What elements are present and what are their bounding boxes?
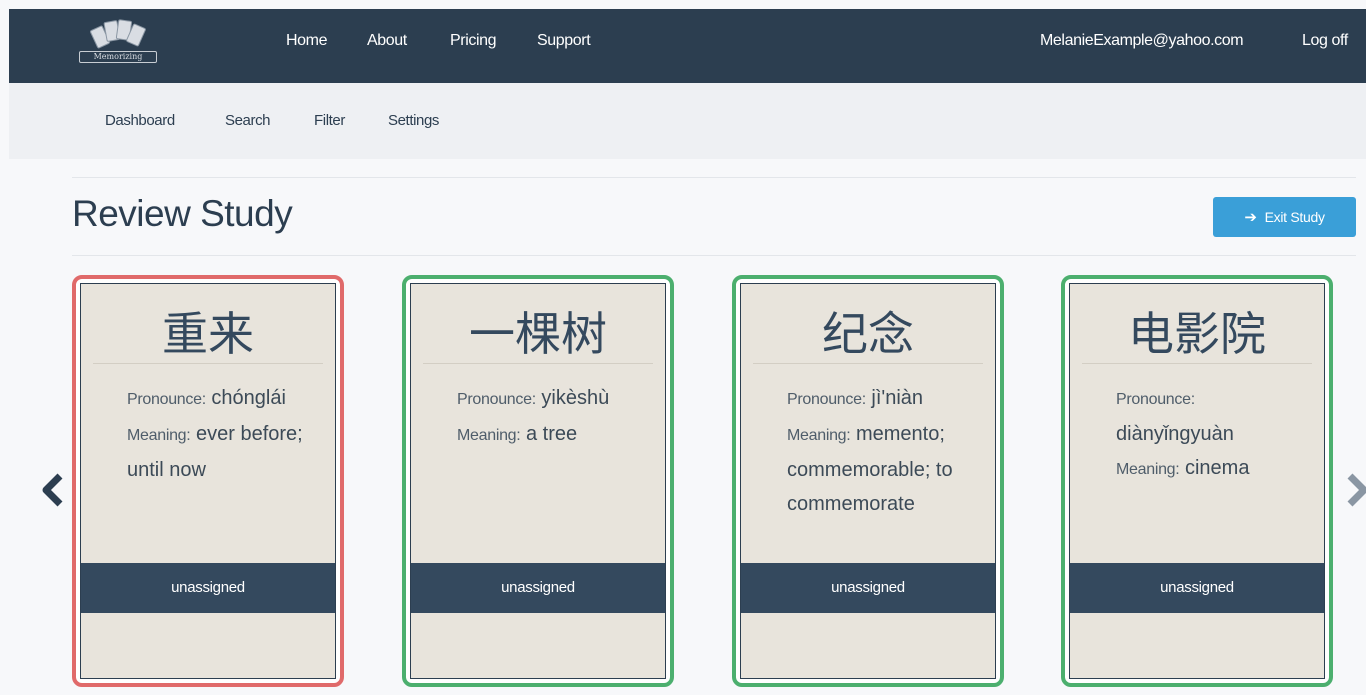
card-separator	[1082, 363, 1312, 364]
arrow-right-icon: ➔	[1244, 209, 1257, 226]
nav-pricing-link[interactable]: Pricing	[450, 32, 497, 50]
meaning-label: Meaning:	[127, 427, 191, 444]
card-pronounce: yikèshù	[541, 387, 610, 409]
subnav-search-link[interactable]: Search	[225, 112, 271, 129]
card-status-bar: unassigned	[1070, 563, 1324, 613]
exit-study-label: Exit Study	[1264, 209, 1325, 225]
card-meaning: cinema	[1184, 457, 1250, 479]
card-pronounce: diànyǐngyuàn	[1116, 423, 1234, 445]
meaning-label: Meaning:	[1116, 461, 1180, 478]
divider-bottom	[72, 255, 1356, 256]
card-status-bar: unassigned	[741, 563, 995, 613]
carousel-prev-button[interactable]	[38, 470, 68, 510]
sub-navbar: Dashboard Search Filter Settings	[9, 83, 1366, 159]
card-separator	[423, 363, 653, 364]
logo-wordmark: Memorizing	[79, 51, 157, 63]
card-separator	[93, 363, 323, 364]
flashcard[interactable]: 纪念 Pronounce: jì'niàn Meaning: memento; …	[732, 275, 1004, 687]
card-meaning: a tree	[525, 423, 578, 445]
pronounce-label: Pronounce:	[127, 391, 206, 408]
subnav-dashboard-link[interactable]: Dashboard	[105, 112, 175, 129]
carousel-next-button[interactable]	[1344, 470, 1366, 510]
chevron-right-icon	[1347, 473, 1366, 507]
divider-top	[72, 177, 1356, 178]
card-status-bar: unassigned	[81, 563, 335, 613]
card-hanzi: 电影院	[1128, 307, 1266, 361]
exit-study-button[interactable]: ➔ Exit Study	[1213, 197, 1356, 237]
nav-home-link[interactable]: Home	[286, 32, 327, 50]
card-separator	[753, 363, 983, 364]
card-pronounce: jì'niàn	[871, 387, 924, 409]
meaning-label: Meaning:	[787, 427, 851, 444]
chevron-left-icon	[42, 473, 63, 507]
nav-about-link[interactable]: About	[367, 32, 407, 50]
cards-logo-icon	[89, 19, 147, 50]
card-hanzi: 重来	[162, 307, 254, 361]
pronounce-label: Pronounce:	[787, 391, 866, 408]
pronounce-label: Pronounce:	[1116, 391, 1195, 408]
card-hanzi: 纪念	[822, 307, 914, 361]
card-hanzi: 一棵树	[469, 307, 607, 361]
top-navbar: Memorizing Home About Pricing Support Me…	[9, 9, 1366, 83]
card-pronounce: chónglái	[211, 387, 286, 409]
card-status-bar: unassigned	[411, 563, 665, 613]
page-title: Review Study	[72, 193, 293, 234]
meaning-label: Meaning:	[457, 427, 521, 444]
pronounce-label: Pronounce:	[457, 391, 536, 408]
flashcard[interactable]: 一棵树 Pronounce: yikèshù Meaning: a tree u…	[402, 275, 674, 687]
subnav-settings-link[interactable]: Settings	[388, 112, 439, 129]
logoff-link[interactable]: Log off	[1302, 32, 1348, 50]
flashcard[interactable]: 重来 Pronounce: chónglái Meaning: ever bef…	[72, 275, 344, 687]
site-logo[interactable]: Memorizing	[77, 17, 159, 69]
user-email-link[interactable]: MelanieExample@yahoo.com	[1040, 32, 1244, 50]
flashcard[interactable]: 电影院 Pronounce: diànyǐngyuàn Meaning: cin…	[1061, 275, 1333, 687]
subnav-filter-link[interactable]: Filter	[314, 112, 345, 129]
nav-support-link[interactable]: Support	[537, 32, 591, 50]
